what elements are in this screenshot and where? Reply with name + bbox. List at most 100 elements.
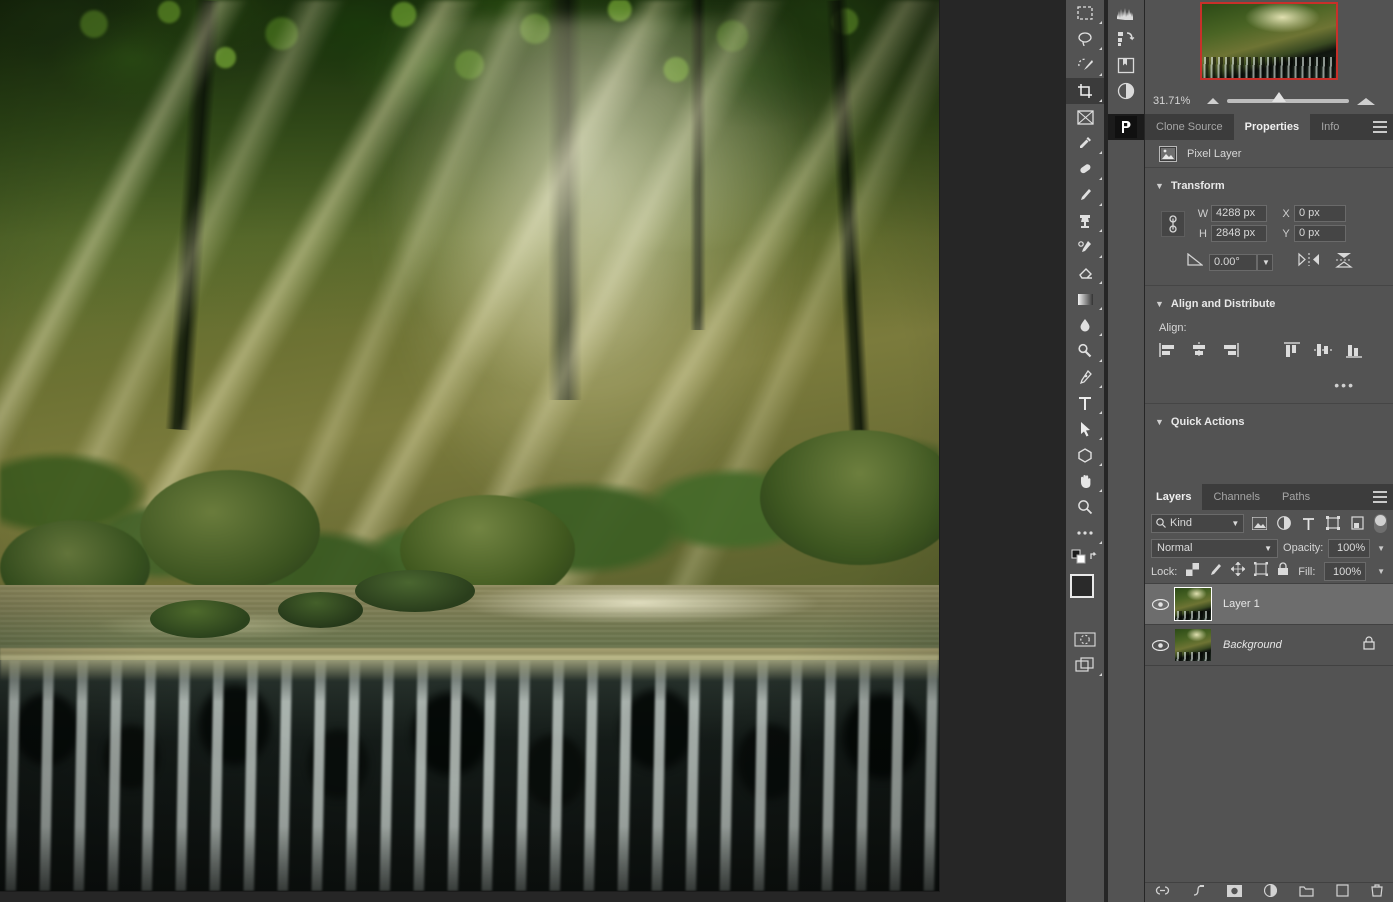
lock-image-pixels-icon[interactable]	[1208, 562, 1222, 581]
filter-kind-select[interactable]: Kind ▼	[1151, 514, 1244, 533]
quick-selection-tool[interactable]	[1066, 52, 1104, 78]
properties-panel[interactable]: Clone Source Properties Info ▲ ▼ Pixel L…	[1145, 114, 1393, 482]
align-horizontal-centers-icon[interactable]	[1190, 342, 1208, 363]
layers-bottom-toolbar[interactable]	[1145, 882, 1393, 902]
x-input[interactable]: 0 px	[1294, 205, 1346, 222]
layers-panel-menu-icon[interactable]	[1373, 491, 1387, 506]
new-group-icon[interactable]	[1299, 884, 1314, 902]
lock-artboard-nesting-icon[interactable]	[1254, 562, 1268, 581]
rectangular-marquee-tool[interactable]	[1066, 0, 1104, 26]
blend-mode-select[interactable]: Normal ▼	[1151, 539, 1278, 558]
table-row[interactable]: Layer 1	[1145, 584, 1393, 625]
filter-type-icon[interactable]	[1299, 514, 1317, 533]
align-right-edges-icon[interactable]	[1221, 342, 1239, 363]
frame-tool[interactable]	[1066, 104, 1104, 130]
align-section-header[interactable]: ▼ Align and Distribute	[1145, 292, 1393, 316]
right-panels[interactable]: 31.71% Clone Source Properties Info ▲ ▼	[1145, 0, 1393, 902]
lock-row[interactable]: Lock: Fill: 100% ▼	[1145, 560, 1393, 584]
width-input[interactable]: 4288 px	[1211, 205, 1267, 222]
layer-name[interactable]: Background	[1223, 639, 1282, 651]
adjustments-panel-icon[interactable]	[1108, 78, 1144, 104]
align-buttons[interactable]	[1145, 342, 1393, 363]
hand-tool[interactable]	[1066, 468, 1104, 494]
lock-transparent-pixels-icon[interactable]	[1186, 563, 1199, 581]
filter-adjustment-icon[interactable]	[1275, 514, 1293, 533]
layer-style-icon[interactable]	[1192, 884, 1205, 902]
layer-thumbnail[interactable]	[1175, 588, 1211, 620]
brush-tool[interactable]	[1066, 182, 1104, 208]
document-canvas[interactable]	[0, 0, 939, 891]
align-bottom-edges-icon[interactable]	[1345, 342, 1363, 363]
angle-dropdown-icon[interactable]: ▼	[1257, 254, 1273, 271]
edit-toolbar-tool[interactable]	[1066, 520, 1104, 546]
histogram-panel-icon[interactable]	[1108, 0, 1144, 26]
blend-mode-row[interactable]: Normal ▼ Opacity: 100% ▼	[1145, 536, 1393, 560]
default-colors-icon[interactable]	[1066, 546, 1104, 568]
flip-horizontal-icon[interactable]	[1297, 252, 1321, 272]
type-tool[interactable]	[1066, 390, 1104, 416]
gradient-tool[interactable]	[1066, 286, 1104, 312]
chevron-down-icon[interactable]: ▼	[1231, 519, 1239, 528]
opacity-dropdown-icon[interactable]: ▼	[1375, 544, 1387, 553]
layer-visibility-icon[interactable]	[1145, 599, 1175, 610]
properties-panel-icon[interactable]	[1108, 114, 1144, 140]
angle-input[interactable]: 0.00°	[1209, 254, 1257, 271]
filter-pixel-icon[interactable]	[1250, 514, 1268, 533]
screen-mode-icon[interactable]	[1066, 652, 1104, 678]
eyedropper-tool[interactable]	[1066, 130, 1104, 156]
filter-shape-icon[interactable]	[1324, 514, 1342, 533]
y-input[interactable]: 0 px	[1294, 225, 1346, 242]
crop-tool[interactable]	[1066, 78, 1104, 104]
align-vertical-centers-icon[interactable]	[1314, 342, 1332, 363]
filter-toggle[interactable]	[1374, 514, 1387, 533]
navigator-thumbnail[interactable]	[1200, 2, 1338, 80]
pen-tool[interactable]	[1066, 364, 1104, 390]
new-fill-adjustment-icon[interactable]	[1264, 884, 1277, 902]
tools-panel[interactable]	[1066, 0, 1104, 902]
history-panel-icon[interactable]	[1108, 26, 1144, 52]
table-row[interactable]: Background	[1145, 625, 1393, 666]
link-wh-icon[interactable]	[1161, 211, 1185, 237]
layers-panel[interactable]: Layers Channels Paths Kind ▼	[1145, 484, 1393, 902]
tab-paths[interactable]: Paths	[1271, 484, 1321, 510]
path-selection-tool[interactable]	[1066, 416, 1104, 442]
lock-position-icon[interactable]	[1231, 562, 1245, 581]
fill-dropdown-icon[interactable]: ▼	[1375, 567, 1387, 576]
foreground-color-swatch[interactable]	[1070, 574, 1094, 598]
layer-thumbnail[interactable]	[1175, 629, 1211, 661]
navigator-zoom-bar[interactable]: 31.71%	[1145, 88, 1393, 114]
eraser-tool[interactable]	[1066, 260, 1104, 286]
chevron-down-icon[interactable]: ▼	[1264, 544, 1272, 553]
align-top-edges-icon[interactable]	[1283, 342, 1301, 363]
clone-stamp-tool[interactable]	[1066, 208, 1104, 234]
align-more-button[interactable]: •••	[1145, 377, 1393, 393]
shape-tool[interactable]	[1066, 442, 1104, 468]
new-layer-icon[interactable]	[1336, 884, 1349, 902]
properties-panel-menu-icon[interactable]	[1373, 121, 1387, 136]
link-layers-icon[interactable]	[1155, 884, 1170, 902]
blur-tool[interactable]	[1066, 312, 1104, 338]
layer-filter-row[interactable]: Kind ▼	[1145, 510, 1393, 536]
delete-layer-icon[interactable]	[1371, 884, 1383, 902]
quick-actions-section-header[interactable]: ▼ Quick Actions	[1145, 410, 1393, 434]
transform-section-header[interactable]: ▼ Transform	[1145, 174, 1393, 198]
tab-properties[interactable]: Properties	[1234, 114, 1310, 140]
layer-visibility-icon[interactable]	[1145, 640, 1175, 651]
flip-vertical-icon[interactable]	[1335, 251, 1353, 273]
layer-mask-icon[interactable]	[1227, 884, 1242, 902]
lasso-tool[interactable]	[1066, 26, 1104, 52]
align-left-edges-icon[interactable]	[1159, 342, 1177, 363]
dodge-tool[interactable]	[1066, 338, 1104, 364]
color-swatches[interactable]	[1066, 572, 1104, 618]
navigator-panel[interactable]	[1145, 0, 1393, 88]
zoom-out-icon[interactable]	[1207, 98, 1219, 104]
lock-all-icon[interactable]	[1277, 562, 1289, 581]
history-brush-tool[interactable]	[1066, 234, 1104, 260]
libraries-panel-icon[interactable]	[1108, 52, 1144, 78]
panel-dock-rail[interactable]	[1108, 0, 1144, 902]
filter-smart-object-icon[interactable]	[1348, 514, 1366, 533]
opacity-value[interactable]: 100%	[1328, 539, 1370, 558]
zoom-tool[interactable]	[1066, 494, 1104, 520]
tab-info[interactable]: Info	[1310, 114, 1350, 140]
layers-tabbar[interactable]: Layers Channels Paths	[1145, 484, 1393, 510]
